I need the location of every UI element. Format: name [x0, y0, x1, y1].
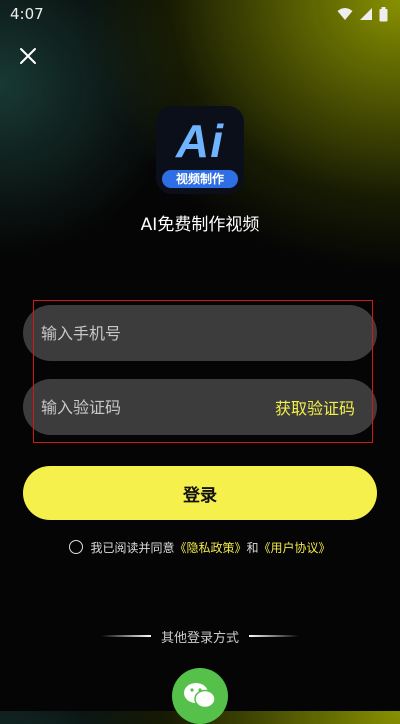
agreement-checkbox[interactable] — [69, 540, 84, 554]
status-icons — [337, 6, 388, 22]
get-code-button[interactable]: 获取验证码 — [275, 395, 355, 419]
app-title: AI免费制作视频 — [140, 215, 260, 235]
agreement-prefix: 我已阅读并同意 — [90, 540, 175, 555]
phone-field — [23, 305, 377, 361]
battery-icon — [379, 6, 388, 21]
privacy-policy-link[interactable]: 《隐私政策》 — [174, 539, 246, 556]
divider-left — [100, 635, 151, 637]
divider-right — [249, 635, 299, 637]
signal-icon — [360, 8, 372, 20]
close-icon — [20, 48, 36, 64]
other-login-label: 其他登录方式 — [160, 630, 239, 646]
other-login-row: 其他登录方式 — [0, 626, 400, 646]
phone-input[interactable] — [39, 322, 355, 344]
wechat-login-button[interactable] — [172, 668, 228, 724]
status-time: 4:07 — [10, 5, 44, 23]
app-logo: Ai 视频制作 — [156, 106, 244, 194]
wechat-icon — [184, 683, 216, 709]
user-agreement-link[interactable]: 《用户协议》 — [259, 539, 331, 556]
code-field: 获取验证码 — [23, 379, 377, 435]
status-bar: 4:07 — [0, 0, 400, 28]
agreement-connector: 和 — [246, 540, 259, 555]
logo-badge: 视频制作 — [162, 170, 238, 188]
wifi-icon — [337, 8, 353, 20]
login-button[interactable]: 登录 — [23, 466, 377, 520]
logo-ai-text: Ai — [176, 115, 224, 167]
close-button[interactable] — [14, 42, 42, 70]
agreement-row: 我已阅读并同意 《隐私政策》 和 《用户协议》 — [0, 537, 400, 557]
code-input[interactable] — [39, 396, 275, 418]
